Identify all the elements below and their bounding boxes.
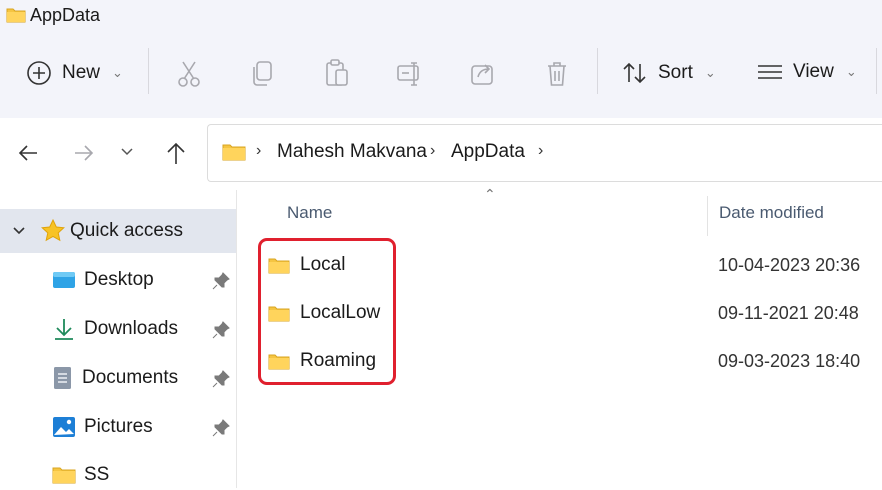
chevron-down-icon[interactable] [12, 225, 26, 237]
new-label: New [62, 62, 101, 83]
sidebar-item-downloads[interactable]: Downloads [52, 314, 178, 344]
recent-locations-chevron-icon[interactable] [120, 146, 134, 158]
column-header-date-modified[interactable]: Date modified [719, 203, 824, 223]
sidebar-item-ss[interactable]: SS [52, 460, 109, 490]
sort-button[interactable]: Sort ⌄ [622, 61, 716, 85]
file-date-modified: 10-04-2023 20:36 [718, 255, 861, 275]
navigation-pane: Quick access Desktop Downloads Documents [0, 190, 237, 488]
column-divider[interactable] [707, 196, 708, 236]
paste-icon[interactable] [324, 58, 350, 88]
chevron-down-icon: ⌄ [845, 64, 857, 79]
file-date-modified: 09-11-2021 20:48 [718, 303, 859, 323]
breadcrumb-appdata[interactable]: AppData [451, 141, 525, 163]
sidebar-item-quick-access[interactable]: Quick access [0, 209, 236, 253]
view-label: View [793, 61, 834, 82]
toolbar-divider [597, 48, 598, 94]
toolbar-divider [148, 48, 149, 94]
chevron-down-icon: ⌄ [704, 65, 716, 80]
view-icon [758, 65, 782, 79]
share-icon[interactable] [470, 60, 496, 86]
forward-arrow-icon[interactable] [72, 141, 96, 165]
plus-circle-icon [27, 61, 51, 85]
download-icon [55, 319, 73, 340]
view-button[interactable]: View ⌄ [757, 61, 857, 83]
column-header-name[interactable]: Name [287, 203, 332, 223]
pin-icon[interactable] [212, 370, 230, 388]
sidebar-item-documents[interactable]: Documents [52, 363, 178, 393]
folder-icon [222, 144, 246, 161]
window-title: AppData [30, 5, 101, 25]
quick-access-label: Quick access [70, 220, 183, 241]
title-bar [0, 0, 882, 36]
copy-icon[interactable] [250, 60, 274, 88]
sort-label: Sort [658, 62, 693, 83]
pictures-icon [53, 417, 75, 437]
breadcrumb-separator-icon[interactable]: › [256, 142, 261, 160]
delete-icon[interactable] [545, 60, 569, 88]
toolbar-divider [876, 48, 877, 94]
pin-icon[interactable] [212, 272, 230, 290]
cut-icon[interactable] [176, 60, 202, 88]
up-arrow-icon[interactable] [164, 140, 188, 166]
new-button[interactable]: New ⌄ [26, 60, 123, 86]
breadcrumb-separator-icon[interactable]: › [430, 142, 435, 160]
back-arrow-icon[interactable] [16, 141, 40, 165]
command-bar: New ⌄ Sort ⌄ View ⌄ [0, 36, 882, 119]
sidebar-item-desktop[interactable]: Desktop [52, 265, 154, 295]
sidebar-item-label: Desktop [84, 269, 154, 290]
documents-icon [54, 367, 71, 389]
pin-icon[interactable] [212, 419, 230, 437]
sort-icon [623, 62, 646, 84]
pin-icon[interactable] [212, 321, 230, 339]
address-bar[interactable]: › Mahesh Makvana › AppData › [207, 124, 882, 182]
sidebar-item-label: SS [84, 464, 110, 485]
sidebar-item-label: Pictures [84, 416, 153, 437]
file-date-modified: 09-03-2023 18:40 [718, 351, 861, 371]
star-icon [41, 218, 65, 242]
sidebar-item-pictures[interactable]: Pictures [52, 412, 153, 442]
sidebar-item-label: Downloads [84, 318, 178, 339]
breadcrumb-mahesh-makvana[interactable]: Mahesh Makvana [277, 141, 427, 163]
chevron-down-icon: ⌄ [112, 65, 123, 80]
highlight-box [258, 238, 396, 385]
folder-icon [52, 467, 76, 484]
sidebar-item-label: Documents [82, 367, 179, 388]
rename-icon[interactable] [396, 61, 424, 87]
sort-ascending-caret-icon: ⌃ [484, 186, 496, 202]
breadcrumb-separator-icon[interactable]: › [538, 142, 543, 160]
folder-icon [6, 8, 26, 23]
desktop-icon [53, 272, 75, 288]
